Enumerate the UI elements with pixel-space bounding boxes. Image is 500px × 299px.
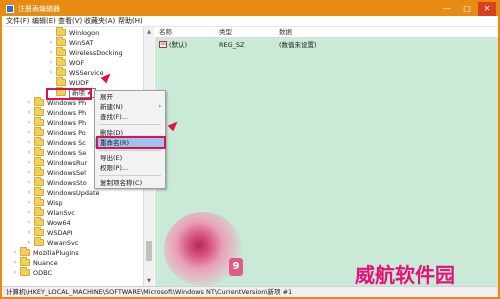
list-row[interactable]: ab (默认) REG_SZ (数值未设置) bbox=[155, 40, 498, 50]
folder-icon bbox=[34, 137, 44, 146]
folder-icon bbox=[34, 147, 44, 156]
folder-icon bbox=[56, 27, 66, 36]
highlight-box-rename bbox=[96, 136, 166, 149]
folder-icon bbox=[56, 37, 66, 46]
string-value-icon: ab bbox=[159, 41, 167, 48]
expand-arrow-icon[interactable]: › bbox=[26, 228, 32, 238]
column-header-type[interactable]: 类型 bbox=[219, 28, 232, 37]
folder-icon bbox=[56, 47, 66, 56]
expand-arrow-icon[interactable]: › bbox=[26, 138, 32, 148]
folder-icon bbox=[34, 207, 44, 216]
menu-separator bbox=[99, 175, 161, 176]
folder-icon bbox=[34, 107, 44, 116]
expand-arrow-icon[interactable]: › bbox=[48, 48, 54, 58]
maximize-button[interactable]: □ bbox=[458, 2, 476, 16]
close-button[interactable]: ✕ bbox=[478, 2, 496, 16]
expand-arrow-icon[interactable]: › bbox=[26, 208, 32, 218]
expand-arrow-icon[interactable]: › bbox=[12, 258, 18, 268]
scroll-up-arrow-icon[interactable]: ▲ bbox=[144, 27, 154, 37]
expand-arrow-icon[interactable]: › bbox=[26, 198, 32, 208]
column-header-name[interactable]: 名称 bbox=[159, 28, 172, 37]
expand-arrow-icon[interactable]: › bbox=[48, 38, 54, 48]
overlay-badge: 9 bbox=[229, 258, 243, 276]
folder-icon bbox=[34, 167, 44, 176]
window-title: 注册表编辑器 bbox=[18, 5, 60, 13]
expand-arrow-icon[interactable]: › bbox=[26, 188, 32, 198]
folder-icon bbox=[34, 117, 44, 126]
scroll-thumb[interactable] bbox=[146, 241, 152, 261]
context-item-new[interactable]: 新建(N) › bbox=[95, 102, 165, 112]
context-item-expand[interactable]: 展开 bbox=[95, 92, 165, 102]
value-data: (数值未设置) bbox=[279, 41, 317, 49]
folder-icon bbox=[34, 177, 44, 186]
expand-arrow-icon[interactable]: › bbox=[26, 178, 32, 188]
context-item-copy-key-name[interactable]: 复制项名称(C) bbox=[95, 178, 165, 188]
highlight-box-new-key bbox=[46, 88, 92, 100]
folder-icon bbox=[56, 57, 66, 66]
menu-view[interactable]: 查看(V) bbox=[58, 17, 82, 26]
menu-separator bbox=[99, 150, 161, 151]
registry-editor-window: 注册表编辑器 — □ ✕ 文件(F) 编辑(E) 查看(V) 收藏夹(A) 帮助… bbox=[0, 0, 500, 299]
column-header-data[interactable]: 数据 bbox=[279, 28, 292, 37]
folder-icon bbox=[34, 217, 44, 226]
expand-arrow-icon[interactable]: › bbox=[26, 218, 32, 228]
folder-icon bbox=[20, 257, 30, 266]
folder-icon bbox=[20, 267, 30, 276]
menu-edit[interactable]: 编辑(E) bbox=[32, 17, 56, 26]
expand-arrow-icon[interactable]: › bbox=[26, 98, 32, 108]
title-bar: 注册表编辑器 — □ ✕ bbox=[2, 2, 498, 16]
scroll-down-arrow-icon[interactable]: ▼ bbox=[144, 276, 154, 286]
folder-icon bbox=[34, 127, 44, 136]
status-bar: 计算机\HKEY_LOCAL_MACHINE\SOFTWARE\Microsof… bbox=[2, 286, 498, 297]
menu-bar: 文件(F) 编辑(E) 查看(V) 收藏夹(A) 帮助(H) bbox=[2, 16, 498, 27]
regedit-app-icon bbox=[6, 5, 14, 13]
context-item-export[interactable]: 导出(E) bbox=[95, 153, 165, 163]
folder-icon bbox=[34, 237, 44, 246]
folder-icon bbox=[20, 247, 30, 256]
folder-icon bbox=[56, 77, 66, 86]
context-item-permissions[interactable]: 权限(P)... bbox=[95, 163, 165, 173]
expand-arrow-icon[interactable]: › bbox=[26, 148, 32, 158]
value-type: REG_SZ bbox=[219, 41, 245, 49]
menu-separator bbox=[99, 124, 161, 125]
value-name: (默认) bbox=[169, 41, 188, 49]
menu-file[interactable]: 文件(F) bbox=[6, 17, 30, 26]
expand-arrow-icon[interactable]: › bbox=[26, 168, 32, 178]
current-key-path: 计算机\HKEY_LOCAL_MACHINE\SOFTWARE\Microsof… bbox=[6, 288, 293, 296]
expand-arrow-icon[interactable]: › bbox=[48, 68, 54, 78]
context-item-find[interactable]: 查找(F)... bbox=[95, 112, 165, 122]
folder-icon bbox=[34, 197, 44, 206]
expand-arrow-icon[interactable]: › bbox=[26, 108, 32, 118]
submenu-arrow-icon: › bbox=[158, 103, 161, 110]
expand-arrow-icon[interactable]: › bbox=[26, 118, 32, 128]
list-header: 名称 类型 数据 bbox=[155, 27, 498, 38]
folder-icon bbox=[56, 67, 66, 76]
folder-icon bbox=[34, 187, 44, 196]
folder-icon bbox=[34, 227, 44, 236]
expand-arrow-icon[interactable]: › bbox=[26, 128, 32, 138]
expand-arrow-icon[interactable]: › bbox=[48, 58, 54, 68]
folder-icon bbox=[34, 97, 44, 106]
menu-favorites[interactable]: 收藏夹(A) bbox=[84, 17, 115, 26]
expand-arrow-icon[interactable]: › bbox=[12, 248, 18, 258]
menu-help[interactable]: 帮助(H) bbox=[118, 17, 143, 26]
folder-icon bbox=[34, 157, 44, 166]
watermark-logo: 威航软件园 bbox=[355, 263, 455, 287]
expand-arrow-icon[interactable]: › bbox=[12, 268, 18, 278]
minimize-button[interactable]: — bbox=[438, 2, 456, 16]
expand-arrow-icon[interactable]: › bbox=[26, 158, 32, 168]
